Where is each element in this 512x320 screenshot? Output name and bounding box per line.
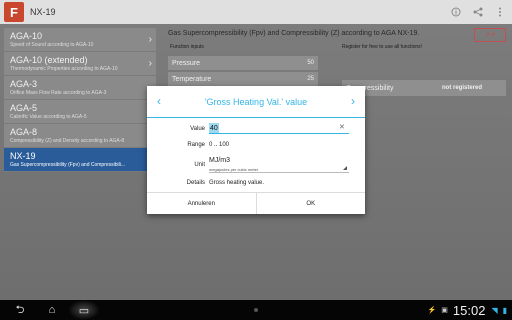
- clock[interactable]: 15:02: [453, 303, 486, 318]
- list-item-aga10-extended[interactable]: AGA-10 (extended) Thermodynamic Properti…: [4, 52, 156, 76]
- graph-icon[interactable]: ↗↗: [474, 28, 506, 42]
- temperature-label: Temperature: [172, 75, 212, 83]
- menu-dot-icon[interactable]: [254, 308, 258, 312]
- panel-title: Gas Supercompressibility (Fpv) and Compr…: [168, 30, 420, 37]
- pressure-row[interactable]: Pressure 50: [168, 56, 318, 70]
- chevron-right-icon[interactable]: ›: [351, 94, 355, 108]
- value-input[interactable]: [209, 123, 349, 134]
- unit-label: Unit: [194, 162, 205, 168]
- unit-select[interactable]: MJ/m3: [209, 157, 230, 164]
- dialog-buttons: Annuleren OK: [147, 192, 365, 214]
- value-label: Value: [190, 126, 205, 132]
- pressure-label: Pressure: [172, 59, 201, 67]
- chevron-left-icon[interactable]: ‹: [157, 94, 161, 108]
- system-bar: ⮌ ⌂ ▭ ⚡ ▣ 15:02 ◥ ▮: [0, 300, 512, 320]
- dropdown-caret-icon[interactable]: [343, 166, 347, 170]
- home-icon[interactable]: ⌂: [36, 300, 68, 320]
- clear-icon[interactable]: ✕: [339, 123, 345, 131]
- list-item-aga8[interactable]: AGA-8 Compressibility (Z) and Density ac…: [4, 124, 156, 148]
- list-item-aga3[interactable]: AGA-3 Orifice Mass Flow Rate according t…: [4, 76, 156, 100]
- list-item-subtitle: Speed of Sound according to AGA-10: [10, 42, 94, 48]
- ok-button[interactable]: OK: [255, 193, 366, 214]
- list-item-title: NX-19: [10, 151, 36, 161]
- details-label: Details: [186, 180, 205, 186]
- chevron-right-icon: ›: [148, 58, 152, 69]
- list-item-title: AGA-5: [10, 103, 38, 113]
- list-item-subtitle: Gas Supercompressibility (Fpv) and Compr…: [10, 162, 126, 168]
- value-dialog: ‹ 'Gross Heating Val.' value › Value ✕ R…: [147, 86, 365, 214]
- list-item-subtitle: Thermodynamic Properties according to AG…: [10, 66, 118, 72]
- list-item-aga10[interactable]: AGA-10 Speed of Sound according to AGA-1…: [4, 28, 156, 52]
- notification-icon[interactable]: ▣: [441, 306, 448, 314]
- wifi-icon: ◥: [491, 305, 498, 315]
- list-item-title: AGA-10 (extended): [10, 55, 88, 65]
- range-value: 0 .. 100: [209, 142, 230, 148]
- list-item-aga5[interactable]: AGA-5 Calorific Value according to AGA-5: [4, 100, 156, 124]
- usb-icon: ⚡: [427, 307, 437, 314]
- share-icon[interactable]: [468, 2, 488, 22]
- details-value: Gross heating value.: [209, 180, 265, 186]
- pressure-value: 50: [307, 60, 314, 66]
- compressibility-value: not registered: [441, 85, 482, 91]
- list-item-subtitle: Calorific Value according to AGA-5: [10, 114, 87, 120]
- overflow-menu-icon[interactable]: [490, 2, 510, 22]
- temperature-row[interactable]: Temperature 25: [168, 72, 318, 86]
- list-item-subtitle: Orifice Mass Flow Rate according to AGA-…: [10, 90, 107, 96]
- range-label: Range: [187, 142, 205, 148]
- list-item-title: AGA-3: [10, 79, 38, 89]
- dialog-header: ‹ 'Gross Heating Val.' value ›: [147, 86, 365, 118]
- unit-underline: [209, 172, 349, 173]
- app-title: NX-19: [30, 7, 56, 17]
- list-item-title: AGA-8: [10, 127, 38, 137]
- dialog-title: 'Gross Heating Val.' value: [204, 96, 308, 107]
- back-icon[interactable]: ⮌: [4, 300, 36, 320]
- info-icon[interactable]: [446, 2, 466, 22]
- app-logo-icon[interactable]: F: [4, 2, 24, 22]
- compressibility-row: Compressibility not registered: [342, 80, 506, 96]
- battery-icon: ▮: [502, 305, 507, 315]
- register-prompt[interactable]: Register for free to use all functions!: [342, 44, 422, 50]
- action-bar: F NX-19: [0, 0, 512, 24]
- function-list: AGA-10 Speed of Sound according to AGA-1…: [4, 28, 156, 172]
- list-item-subtitle: Compressibility (Z) and Density accordin…: [10, 138, 125, 144]
- cancel-button[interactable]: Annuleren: [147, 193, 256, 214]
- chevron-right-icon: ›: [148, 34, 152, 45]
- temperature-value: 25: [307, 76, 314, 82]
- list-item-title: AGA-10: [10, 31, 43, 41]
- recent-apps-icon[interactable]: ▭: [68, 300, 100, 320]
- list-item-nx19[interactable]: NX-19 Gas Supercompressibility (Fpv) and…: [4, 148, 156, 172]
- function-inputs-label: Function inputs: [170, 44, 204, 50]
